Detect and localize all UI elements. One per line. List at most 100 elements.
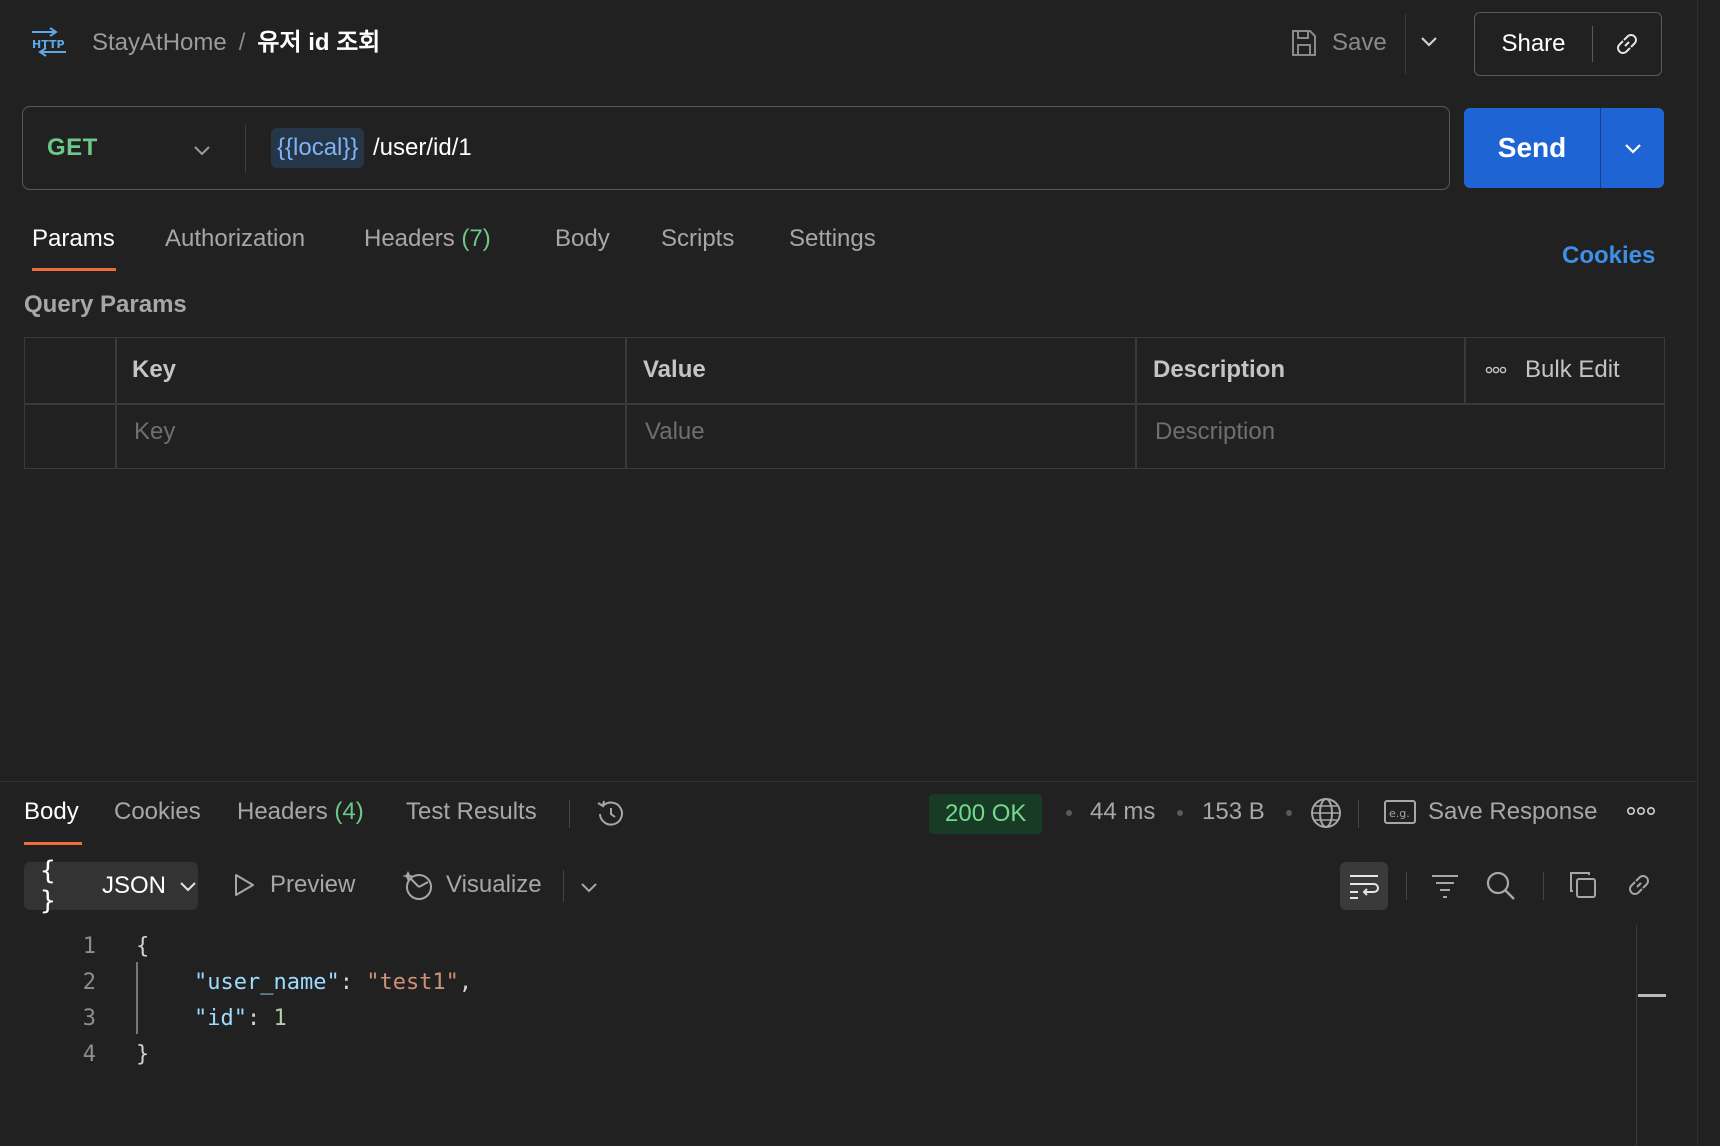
tab-scripts[interactable]: Scripts [661,225,734,253]
chevron-down-icon[interactable] [191,139,213,161]
tab-body[interactable]: Body [555,225,610,253]
divider [1358,800,1359,828]
json-brace: } [136,1042,150,1067]
breadcrumb-separator: / [238,29,246,56]
breadcrumb-workspace[interactable]: StayAtHome [92,29,227,56]
json-colon: : [339,970,367,995]
bulk-edit-label: Bulk Edit [1525,356,1620,383]
response-time[interactable]: 44 ms [1090,798,1155,826]
share-button[interactable]: Share [1475,30,1592,58]
value-input[interactable]: Value [645,418,705,446]
key-input[interactable]: Key [134,418,175,446]
url-input[interactable]: /user/id/1 [373,132,472,164]
send-button[interactable]: Send [1464,108,1600,188]
column-header-description: Description [1153,356,1286,383]
more-options-icon[interactable] [1485,366,1507,374]
save-response-example-icon: e.g. [1383,798,1417,826]
format-label: JSON [101,872,166,899]
more-options-icon[interactable] [1626,805,1656,817]
response-tab-headers[interactable]: Headers (4) [237,798,364,826]
link-icon[interactable] [1624,870,1654,900]
format-selector[interactable]: { } JSON [24,856,198,916]
separator-dot [1177,810,1183,816]
chevron-down-icon[interactable] [578,876,600,898]
response-tab-headers-label: Headers [237,798,328,825]
save-label: Save [1332,29,1387,56]
query-params-title: Query Params [24,291,187,318]
response-headers-count-badge: (4) [334,798,364,825]
word-wrap-icon[interactable] [1340,862,1388,910]
divider [1406,872,1407,900]
share-button-group: Share [1474,12,1662,76]
minimap-viewport[interactable] [1638,994,1666,997]
code-line: { [136,929,149,965]
json-key: "id" [194,1006,247,1031]
preview-label: Preview [270,871,356,898]
divider [25,403,1664,405]
line-number: 3 [82,1006,96,1031]
divider [569,800,570,828]
save-response-button[interactable]: Save Response [1428,798,1597,826]
globe-icon[interactable] [1309,796,1343,830]
json-key: "user_name" [194,970,340,995]
active-tab-indicator [32,268,116,271]
url-bar: GET {{local}} /user/id/1 [22,106,1450,190]
save-icon [1290,28,1318,58]
save-options-chevron-down-icon[interactable] [1418,30,1440,52]
method-selector[interactable]: GET [47,134,98,162]
response-tab-body[interactable]: Body [24,798,79,826]
tab-headers-label: Headers [364,225,455,252]
code-line: } [136,1037,149,1073]
separator-dot [1066,810,1072,816]
divider [1405,14,1406,74]
cookies-link[interactable]: Cookies [1562,242,1655,270]
json-colon: : [246,1006,274,1031]
divider [1543,872,1544,900]
bulk-edit-button[interactable]: Bulk Edit [1485,356,1620,384]
description-input[interactable]: Description [1155,418,1275,446]
play-icon [232,872,256,898]
column-header-value: Value [643,356,706,383]
query-params-table: Key Value Description Bulk Edit Key Valu… [24,337,1665,469]
response-tab-test-results[interactable]: Test Results [406,798,537,826]
request-title[interactable]: 유저 id 조회 [257,29,380,56]
history-icon[interactable] [594,797,628,831]
json-string-value: "test1" [366,970,459,995]
status-badge[interactable]: 200 OK [929,794,1043,834]
visualize-label: Visualize [446,871,542,898]
save-button[interactable]: Save [1290,24,1387,62]
tab-authorization[interactable]: Authorization [165,225,305,253]
divider [245,125,246,173]
tab-headers[interactable]: Headers (7) [364,225,491,253]
preview-button[interactable]: Preview [232,871,355,899]
visualize-icon [402,869,436,901]
headers-count-badge: (7) [461,225,491,252]
copy-icon[interactable] [1568,870,1598,900]
url-variable[interactable]: {{local}} [271,128,365,168]
divider [1464,338,1466,403]
divider [563,870,564,902]
search-icon[interactable] [1485,870,1517,902]
send-options-chevron-down-icon[interactable] [1600,108,1664,188]
column-header-key: Key [132,356,177,383]
separator-dot [1286,810,1292,816]
json-comma: , [458,970,473,995]
line-number: 1 [82,934,96,959]
pane-divider[interactable] [0,781,1698,782]
code-line: "id": 1 [194,1001,287,1037]
code-line: "user_name": "test1", [194,965,472,1001]
response-size[interactable]: 153 B [1202,798,1265,826]
line-number: 2 [82,970,96,995]
tab-params[interactable]: Params [32,225,115,253]
filter-icon[interactable] [1430,870,1460,900]
braces-icon: { } [40,856,58,916]
json-brace: { [136,934,150,959]
visualize-button[interactable]: Visualize [402,869,542,901]
tab-settings[interactable]: Settings [789,225,876,253]
response-tab-cookies[interactable]: Cookies [114,798,201,826]
active-tab-indicator [24,842,82,845]
copy-link-icon[interactable] [1593,29,1661,59]
chevron-down-icon [178,876,198,896]
http-icon: HTTP [30,26,70,58]
svg-text:e.g.: e.g. [1389,807,1410,820]
